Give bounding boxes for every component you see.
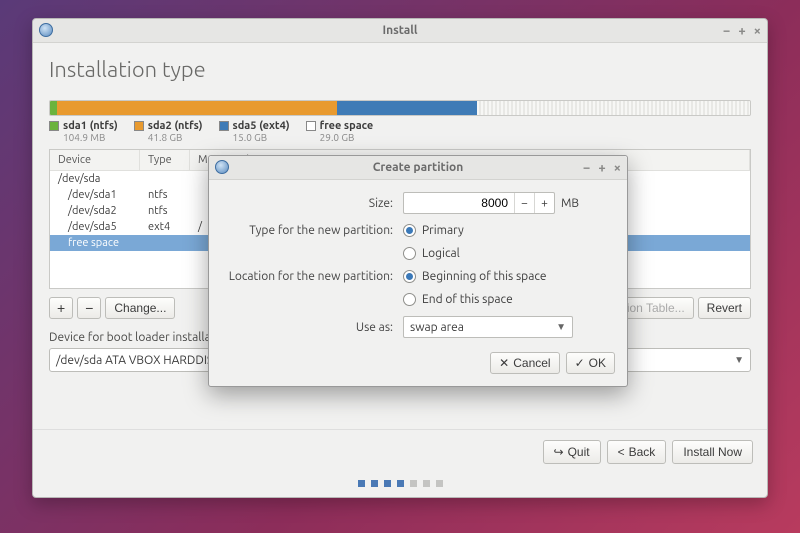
bar-seg-sda2 xyxy=(57,101,337,115)
quit-button[interactable]: ↪Quit xyxy=(543,440,601,464)
close-icon[interactable]: × xyxy=(614,161,621,175)
swatch-icon xyxy=(134,121,144,131)
create-partition-dialog: Create partition − + × Size: − + MB Type… xyxy=(208,155,628,387)
minimize-icon[interactable]: − xyxy=(583,161,590,175)
chevron-down-icon: ▼ xyxy=(556,321,566,333)
dialog-title: Create partition xyxy=(373,161,464,174)
legend-item: free space29.0 GB xyxy=(306,120,374,143)
radio-icon xyxy=(403,270,416,283)
partition-bar xyxy=(49,100,751,116)
maximize-icon[interactable]: + xyxy=(598,161,605,175)
swatch-icon xyxy=(49,121,59,131)
increment-button[interactable]: + xyxy=(534,193,554,213)
remove-partition-button[interactable]: − xyxy=(77,297,101,319)
add-partition-button[interactable]: + xyxy=(49,297,73,319)
radio-beginning[interactable]: Beginning of this space xyxy=(403,270,547,283)
app-icon xyxy=(215,160,231,176)
boot-loader-value: /dev/sda ATA VBOX HARDDISK xyxy=(56,354,221,367)
use-as-select[interactable]: swap area ▼ xyxy=(403,316,573,338)
step-indicator xyxy=(33,474,767,497)
minimize-icon[interactable]: − xyxy=(723,24,730,38)
decrement-button[interactable]: − xyxy=(514,193,534,213)
wizard-footer: ↪Quit <Back Install Now xyxy=(33,429,767,474)
chevron-down-icon: ▼ xyxy=(734,354,744,366)
type-label: Type for the new partition: xyxy=(223,224,403,237)
partition-legend: sda1 (ntfs)104.9 MB sda2 (ntfs)41.8 GB s… xyxy=(49,120,751,143)
legend-item: sda1 (ntfs)104.9 MB xyxy=(49,120,118,143)
window-title: Install xyxy=(382,24,417,37)
use-as-value: swap area xyxy=(410,321,464,334)
radio-icon xyxy=(403,224,416,237)
revert-button[interactable]: Revert xyxy=(698,297,751,319)
legend-item: sda5 (ext4)15.0 GB xyxy=(219,120,290,143)
radio-end[interactable]: End of this space xyxy=(403,293,513,306)
size-input[interactable] xyxy=(404,196,514,210)
bar-seg-sda1 xyxy=(50,101,57,115)
install-now-button[interactable]: Install Now xyxy=(672,440,753,464)
chevron-left-icon: < xyxy=(618,445,625,459)
check-icon: ✓ xyxy=(575,356,585,370)
size-spinner[interactable]: − + xyxy=(403,192,555,214)
x-icon: ✕ xyxy=(499,356,509,370)
swatch-icon xyxy=(306,121,316,131)
legend-item: sda2 (ntfs)41.8 GB xyxy=(134,120,203,143)
close-icon[interactable]: × xyxy=(754,24,761,38)
page-title: Installation type xyxy=(49,57,751,82)
radio-primary[interactable]: Primary xyxy=(403,224,464,237)
swatch-icon xyxy=(219,121,229,131)
change-button[interactable]: Change... xyxy=(105,297,175,319)
bar-seg-free xyxy=(477,101,750,115)
titlebar: Install − + × xyxy=(33,19,767,43)
use-as-label: Use as: xyxy=(223,321,403,334)
col-type: Type xyxy=(140,150,190,170)
ok-button[interactable]: ✓OK xyxy=(566,352,615,374)
col-device: Device xyxy=(50,150,140,170)
back-button[interactable]: <Back xyxy=(607,440,667,464)
size-unit: MB xyxy=(561,197,579,210)
maximize-icon[interactable]: + xyxy=(738,24,745,38)
dialog-titlebar: Create partition − + × xyxy=(209,156,627,180)
quit-icon: ↪ xyxy=(554,445,564,459)
location-label: Location for the new partition: xyxy=(223,270,403,283)
bar-seg-sda5 xyxy=(337,101,477,115)
radio-icon xyxy=(403,293,416,306)
radio-logical[interactable]: Logical xyxy=(403,247,460,260)
cancel-button[interactable]: ✕Cancel xyxy=(490,352,559,374)
app-icon xyxy=(39,23,55,39)
size-label: Size: xyxy=(223,197,403,210)
radio-icon xyxy=(403,247,416,260)
